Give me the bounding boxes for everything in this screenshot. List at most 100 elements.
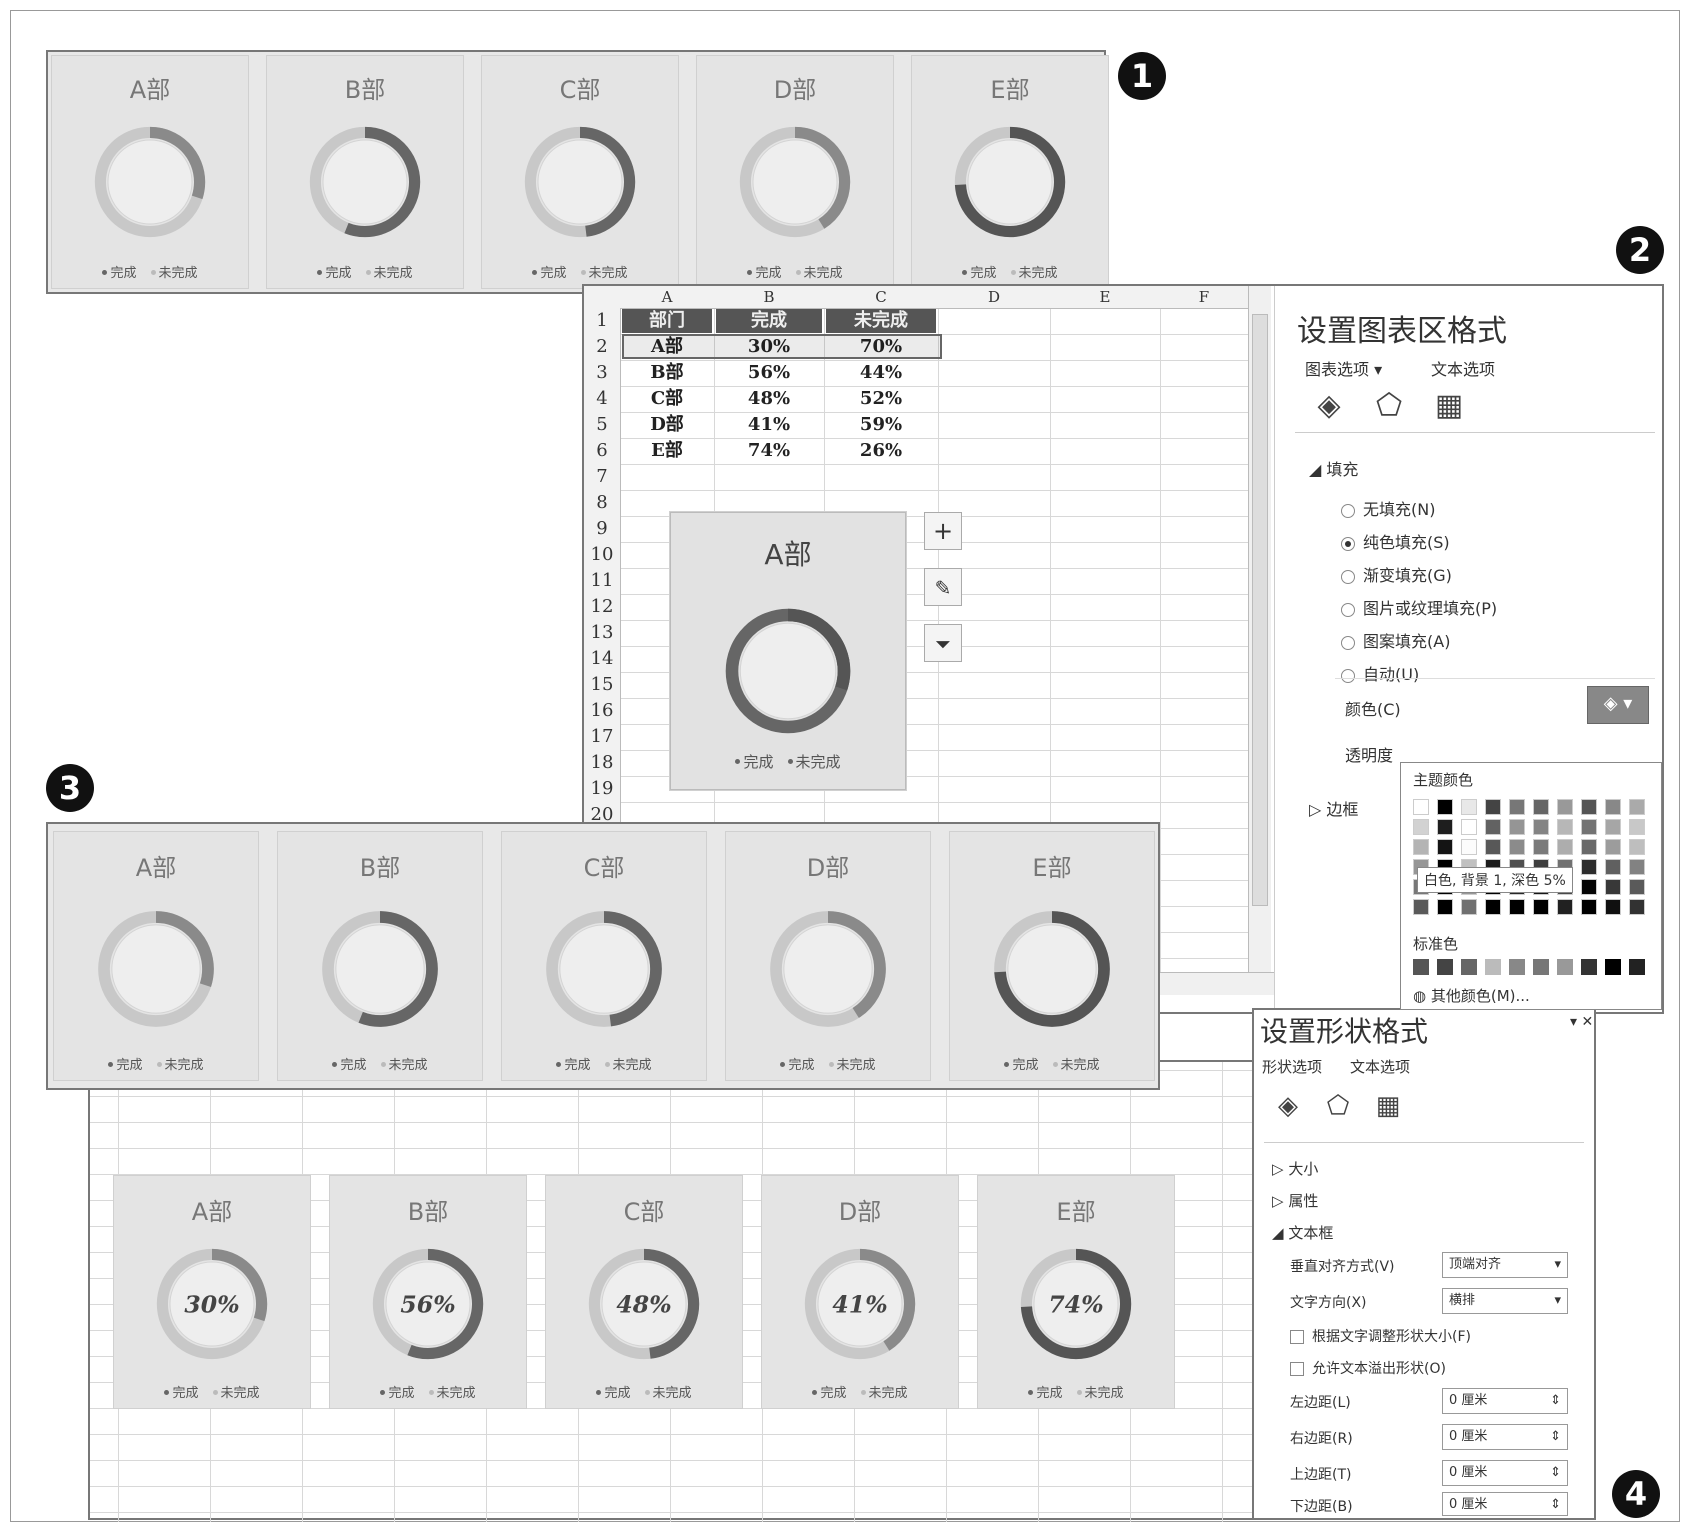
- color-swatch[interactable]: [1413, 839, 1429, 855]
- row-header[interactable]: 2: [584, 334, 621, 360]
- fill-option[interactable]: 纯色填充(S): [1341, 529, 1450, 553]
- color-swatch[interactable]: [1533, 839, 1549, 855]
- dept-chart-card[interactable]: E部 完成 未完成: [912, 56, 1108, 288]
- embedded-chart[interactable]: A部 完成 未完成: [670, 512, 906, 790]
- dept-chart-card[interactable]: B部 完成 未完成: [278, 832, 482, 1080]
- standard-color-swatch[interactable]: [1605, 959, 1621, 975]
- color-swatch[interactable]: [1485, 799, 1501, 815]
- row-header[interactable]: 3: [584, 360, 621, 386]
- section-size[interactable]: ▷ 大小: [1272, 1158, 1318, 1179]
- color-swatch[interactable]: [1437, 819, 1453, 835]
- spinner-icon[interactable]: ⇕: [1550, 1389, 1561, 1413]
- color-swatch[interactable]: [1581, 799, 1597, 815]
- overflow-checkbox[interactable]: [1290, 1362, 1304, 1376]
- color-swatch[interactable]: [1581, 879, 1597, 895]
- valign-select[interactable]: 顶端对齐 ▾: [1442, 1252, 1568, 1278]
- vertical-scrollbar[interactable]: [1248, 286, 1271, 976]
- color-swatch[interactable]: [1557, 899, 1573, 915]
- row-header[interactable]: 9: [584, 516, 621, 542]
- column-header[interactable]: F: [1160, 286, 1248, 309]
- color-swatch[interactable]: [1557, 839, 1573, 855]
- more-colors-item[interactable]: ◍ 其他颜色(M)...: [1413, 985, 1530, 1006]
- section-properties[interactable]: ▷ 属性: [1272, 1190, 1318, 1211]
- radio-button[interactable]: [1341, 536, 1355, 551]
- column-header[interactable]: C: [824, 286, 938, 309]
- standard-color-swatch[interactable]: [1437, 959, 1453, 975]
- spinner-icon[interactable]: ⇕: [1550, 1425, 1561, 1449]
- column-header[interactable]: D: [938, 286, 1050, 309]
- fill-color-button[interactable]: ◈ ▾: [1587, 686, 1649, 724]
- fill-option[interactable]: 图片或纹理填充(P): [1341, 595, 1497, 619]
- row-header[interactable]: 18: [584, 750, 621, 776]
- table-cell[interactable]: 74%: [716, 439, 822, 463]
- section-border[interactable]: ▷ 边框: [1309, 796, 1358, 820]
- dept-chart-card[interactable]: D部 41% 完成 未完成: [762, 1176, 958, 1408]
- radio-button[interactable]: [1341, 503, 1355, 518]
- effects-pentagon-icon[interactable]: ⬠: [1369, 386, 1409, 426]
- table-cell[interactable]: C部: [622, 387, 712, 411]
- standard-color-swatch[interactable]: [1413, 959, 1429, 975]
- effects-pentagon-icon[interactable]: ⬠: [1318, 1086, 1358, 1126]
- color-swatch[interactable]: [1605, 899, 1621, 915]
- color-swatch[interactable]: [1509, 799, 1525, 815]
- color-swatch[interactable]: [1581, 839, 1597, 855]
- row-header[interactable]: 4: [584, 386, 621, 412]
- fill-option[interactable]: 渐变填充(G): [1341, 562, 1452, 586]
- fill-option[interactable]: 图案填充(A): [1341, 628, 1450, 652]
- row-header[interactable]: 8: [584, 490, 621, 516]
- color-swatch[interactable]: [1629, 899, 1645, 915]
- spinner-icon[interactable]: ⇕: [1550, 1461, 1561, 1485]
- table-cell[interactable]: 44%: [826, 361, 936, 385]
- color-swatch[interactable]: [1509, 899, 1525, 915]
- dept-chart-card[interactable]: C部 48% 完成 未完成: [546, 1176, 742, 1408]
- color-swatch[interactable]: [1605, 839, 1621, 855]
- color-swatch[interactable]: [1629, 859, 1645, 875]
- table-header-cell[interactable]: 完成: [716, 309, 822, 333]
- color-swatch[interactable]: [1581, 899, 1597, 915]
- spinner-icon[interactable]: ⇕: [1550, 1493, 1561, 1517]
- fill-option[interactable]: 自动(U): [1341, 661, 1419, 685]
- row-header[interactable]: 11: [584, 568, 621, 594]
- chart-filter-button[interactable]: ⏷: [924, 624, 962, 662]
- dept-chart-card[interactable]: C部 完成 未完成: [482, 56, 678, 288]
- chart-styles-button[interactable]: ✎: [924, 568, 962, 606]
- tab-text-options[interactable]: 文本选项: [1431, 356, 1495, 380]
- row-header[interactable]: 19: [584, 776, 621, 802]
- standard-color-swatch[interactable]: [1629, 959, 1645, 975]
- row-header[interactable]: 13: [584, 620, 621, 646]
- tab-chart-options[interactable]: 图表选项 ▾: [1305, 356, 1382, 380]
- standard-color-swatch[interactable]: [1461, 959, 1477, 975]
- radio-button[interactable]: [1341, 668, 1355, 683]
- table-cell[interactable]: B部: [622, 361, 712, 385]
- color-swatch[interactable]: [1581, 819, 1597, 835]
- dept-chart-card[interactable]: A部 30% 完成 未完成: [114, 1176, 310, 1408]
- color-swatch[interactable]: [1461, 799, 1477, 815]
- column-header[interactable]: E: [1050, 286, 1160, 309]
- column-header[interactable]: B: [714, 286, 824, 309]
- color-swatch[interactable]: [1629, 839, 1645, 855]
- color-swatch[interactable]: [1629, 879, 1645, 895]
- table-cell[interactable]: 59%: [826, 413, 936, 437]
- dept-chart-card[interactable]: B部 56% 完成 未完成: [330, 1176, 526, 1408]
- color-swatch[interactable]: [1605, 819, 1621, 835]
- color-swatch[interactable]: [1605, 879, 1621, 895]
- pane-close-icon[interactable]: ▾ ✕: [1570, 1014, 1593, 1030]
- row-header[interactable]: 12: [584, 594, 621, 620]
- margin-bottom-input[interactable]: 0 厘米 ⇕: [1442, 1492, 1568, 1516]
- color-swatch[interactable]: [1485, 839, 1501, 855]
- tab-shape-options[interactable]: 形状选项: [1262, 1056, 1322, 1077]
- standard-color-swatch[interactable]: [1485, 959, 1501, 975]
- row-header[interactable]: 5: [584, 412, 621, 438]
- dept-chart-card[interactable]: D部 完成 未完成: [726, 832, 930, 1080]
- row-header[interactable]: 14: [584, 646, 621, 672]
- row-header[interactable]: 10: [584, 542, 621, 568]
- fill-line-icon[interactable]: ◈: [1309, 386, 1349, 426]
- color-swatch[interactable]: [1509, 839, 1525, 855]
- table-header-cell[interactable]: 未完成: [826, 309, 936, 333]
- color-swatch[interactable]: [1461, 819, 1477, 835]
- size-properties-icon[interactable]: ▦: [1368, 1086, 1408, 1126]
- margin-right-input[interactable]: 0 厘米 ⇕: [1442, 1424, 1568, 1450]
- row-header[interactable]: 6: [584, 438, 621, 464]
- color-swatch[interactable]: [1557, 819, 1573, 835]
- size-properties-icon[interactable]: ▦: [1429, 386, 1469, 426]
